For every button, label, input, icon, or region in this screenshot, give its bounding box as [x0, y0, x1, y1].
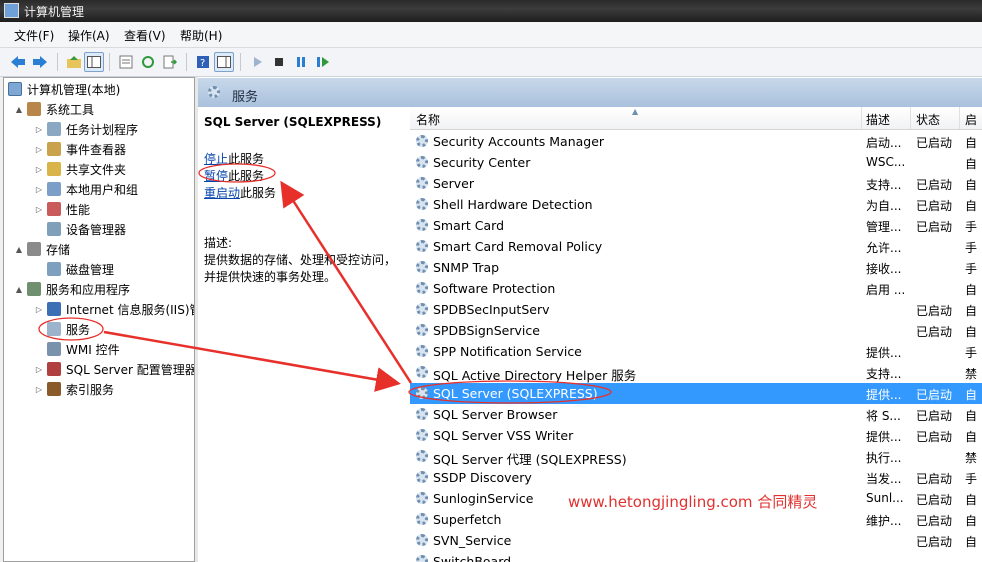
- annotation-overlay: [38, 163, 612, 404]
- annotation-circle-pause: [198, 163, 276, 183]
- annotation-circle-services: [38, 317, 104, 341]
- annotation-arrow-to-pause: [280, 180, 413, 384]
- annotation-arrow-to-service: [103, 330, 401, 392]
- annotation-circle-sqlserver: [408, 380, 612, 404]
